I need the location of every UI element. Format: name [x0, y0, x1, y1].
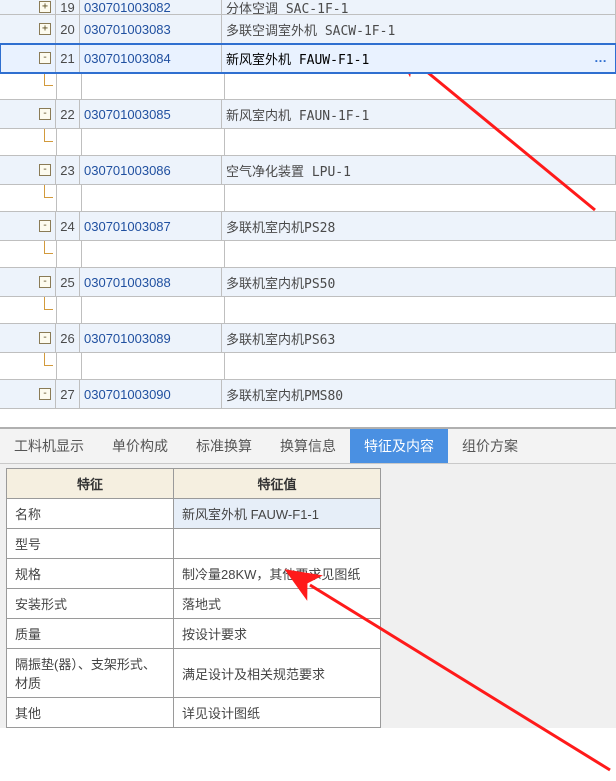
collapse-icon[interactable]: -: [39, 388, 51, 400]
prop-val[interactable]: 按设计要求: [174, 619, 381, 649]
tab-unit-price[interactable]: 单价构成: [98, 429, 182, 463]
expand-cell[interactable]: +: [0, 15, 56, 43]
collapse-icon[interactable]: -: [39, 220, 51, 232]
tab-std-conv[interactable]: 标准换算: [182, 429, 266, 463]
collapse-icon[interactable]: -: [39, 108, 51, 120]
collapse-icon[interactable]: -: [39, 276, 51, 288]
tab-pricing-scheme[interactable]: 组价方案: [448, 429, 532, 463]
prop-val[interactable]: [174, 529, 381, 559]
row-desc: 空气净化装置 LPU-1: [222, 156, 616, 184]
expand-cell[interactable]: -: [0, 44, 56, 72]
row-index: 22: [56, 100, 80, 128]
row-code: 030701003086: [80, 156, 222, 184]
prop-val[interactable]: 新风室外机 FAUW-F1-1: [174, 499, 381, 529]
row-index: 26: [56, 324, 80, 352]
row-desc: 多联机室内机PS50: [222, 268, 616, 296]
row-desc: 多联空调室外机 SACW-1F-1: [222, 15, 616, 43]
expand-cell[interactable]: +: [0, 0, 56, 14]
table-row[interactable]: 质量 按设计要求: [7, 619, 381, 649]
item-tree: + 19 030701003082 分体空调 SAC-1F-1 + 20 030…: [0, 0, 616, 409]
expand-cell[interactable]: -: [0, 268, 56, 296]
collapse-icon[interactable]: -: [39, 332, 51, 344]
tree-row[interactable]: - 23 030701003086 空气净化装置 LPU-1: [0, 156, 616, 185]
row-desc: 新风室内机 FAUN-1F-1: [222, 100, 616, 128]
row-code: 030701003084: [80, 44, 222, 72]
row-index: 19: [56, 0, 80, 14]
row-code: 030701003089: [80, 324, 222, 352]
tree-row[interactable]: - 25 030701003088 多联机室内机PS50: [0, 268, 616, 297]
row-index: 20: [56, 15, 80, 43]
tab-features[interactable]: 特征及内容: [350, 429, 448, 463]
expand-cell[interactable]: -: [0, 324, 56, 352]
prop-val[interactable]: 落地式: [174, 589, 381, 619]
prop-key: 型号: [7, 529, 174, 559]
row-code: 030701003082: [80, 0, 222, 14]
detail-panel: 工料机显示 单价构成 标准换算 换算信息 特征及内容 组价方案 特征 特征值 名…: [0, 427, 616, 728]
table-row[interactable]: 其他 详见设计图纸: [7, 698, 381, 728]
prop-key: 规格: [7, 559, 174, 589]
expand-icon[interactable]: +: [39, 23, 51, 35]
row-desc: 多联机室内机PS63: [222, 324, 616, 352]
row-code: 030701003090: [80, 380, 222, 408]
header-key: 特征: [7, 469, 174, 499]
row-index: 25: [56, 268, 80, 296]
header-val: 特征值: [174, 469, 381, 499]
collapse-icon[interactable]: -: [39, 164, 51, 176]
table-row[interactable]: 隔振垫(器）、支架形式、材质 满足设计及相关规范要求: [7, 649, 381, 698]
prop-key: 其他: [7, 698, 174, 728]
tree-row[interactable]: - 26 030701003089 多联机室内机PS63: [0, 324, 616, 353]
row-index: 24: [56, 212, 80, 240]
expand-cell[interactable]: -: [0, 156, 56, 184]
table-row[interactable]: 型号: [7, 529, 381, 559]
tree-row-selected[interactable]: - 21 030701003084 新风室外机 FAUW-F1-1 …: [0, 44, 616, 73]
row-index: 21: [56, 44, 80, 72]
row-code: 030701003087: [80, 212, 222, 240]
tree-row[interactable]: - 22 030701003085 新风室内机 FAUN-1F-1: [0, 100, 616, 129]
prop-key: 名称: [7, 499, 174, 529]
tree-row[interactable]: - 24 030701003087 多联机室内机PS28: [0, 212, 616, 241]
table-row[interactable]: 规格 制冷量28KW，其他要求见图纸: [7, 559, 381, 589]
table-row[interactable]: 安装形式 落地式: [7, 589, 381, 619]
tree-row[interactable]: + 20 030701003083 多联空调室外机 SACW-1F-1: [0, 15, 616, 44]
tree-child-spacer: [0, 297, 616, 324]
tree-row[interactable]: + 19 030701003082 分体空调 SAC-1F-1: [0, 0, 616, 15]
tree-child-spacer: [0, 353, 616, 380]
table-header: 特征 特征值: [7, 469, 381, 499]
tree-child-spacer: [0, 129, 616, 156]
prop-val[interactable]: 详见设计图纸: [174, 698, 381, 728]
prop-val[interactable]: 制冷量28KW，其他要求见图纸: [174, 559, 381, 589]
properties-table: 特征 特征值 名称 新风室外机 FAUW-F1-1 型号 规格 制冷量28KW，…: [6, 468, 381, 728]
row-desc: 多联机室内机PMS80: [222, 380, 616, 408]
row-desc: 分体空调 SAC-1F-1: [222, 0, 616, 14]
expand-cell[interactable]: -: [0, 100, 56, 128]
expand-cell[interactable]: -: [0, 212, 56, 240]
row-index: 23: [56, 156, 80, 184]
tree-child-spacer: [0, 73, 616, 100]
prop-key: 隔振垫(器）、支架形式、材质: [7, 649, 174, 698]
more-icon[interactable]: …: [594, 50, 608, 65]
row-desc: 多联机室内机PS28: [222, 212, 616, 240]
tree-row[interactable]: - 27 030701003090 多联机室内机PMS80: [0, 380, 616, 409]
row-code: 030701003083: [80, 15, 222, 43]
tree-child-spacer: [0, 185, 616, 212]
table-row[interactable]: 名称 新风室外机 FAUW-F1-1: [7, 499, 381, 529]
tree-child-spacer: [0, 241, 616, 268]
row-code: 030701003085: [80, 100, 222, 128]
prop-key: 质量: [7, 619, 174, 649]
prop-key: 安装形式: [7, 589, 174, 619]
row-code: 030701003088: [80, 268, 222, 296]
expand-cell[interactable]: -: [0, 380, 56, 408]
tab-conv-info[interactable]: 换算信息: [266, 429, 350, 463]
expand-icon[interactable]: +: [39, 1, 51, 13]
row-index: 27: [56, 380, 80, 408]
row-desc: 新风室外机 FAUW-F1-1: [222, 44, 616, 72]
prop-val[interactable]: 满足设计及相关规范要求: [174, 649, 381, 698]
collapse-icon[interactable]: -: [39, 52, 51, 64]
tab-materials[interactable]: 工料机显示: [0, 429, 98, 463]
tab-bar: 工料机显示 单价构成 标准换算 换算信息 特征及内容 组价方案: [0, 429, 616, 464]
